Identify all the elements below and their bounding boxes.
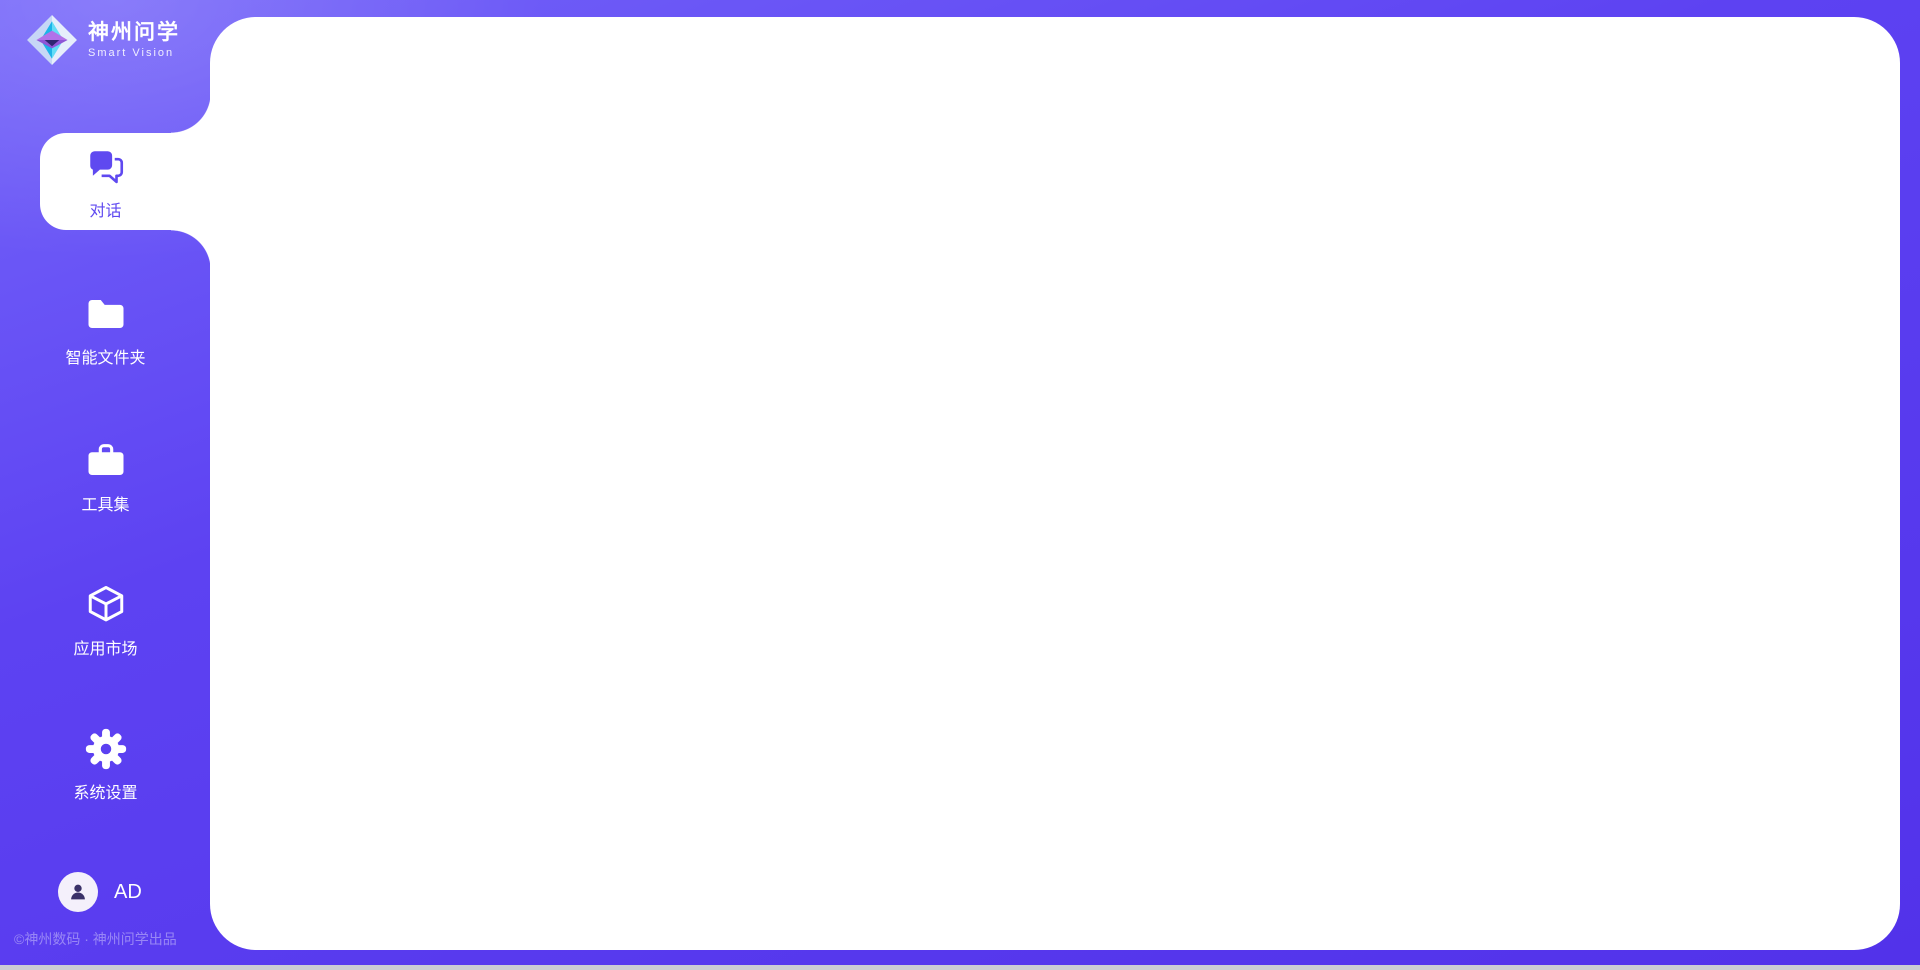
- sidebar-item-label: 系统设置: [0, 779, 211, 803]
- brand-subtitle: Smart Vision: [88, 47, 180, 59]
- sidebar-item-app-market[interactable]: 应用市场: [0, 584, 211, 659]
- brand-name: 神州问学: [88, 21, 180, 45]
- sidebar-item-toolset[interactable]: 工具集: [0, 440, 211, 515]
- user-initials: AD: [114, 881, 142, 904]
- sidebar-item-label: 对话: [0, 197, 211, 221]
- gear-icon: [85, 728, 127, 770]
- sidebar-item-smart-folder[interactable]: 智能文件夹: [0, 293, 211, 368]
- sidebar-item-label: 工具集: [0, 491, 211, 515]
- window-bottom-edge: [0, 965, 1920, 970]
- sidebar-item-label: 应用市场: [0, 635, 211, 659]
- brand-diamond-icon: [26, 14, 78, 66]
- sidebar-item-label: 智能文件夹: [0, 344, 211, 368]
- toolbox-icon: [85, 440, 127, 482]
- user-account[interactable]: AD: [58, 872, 142, 912]
- copyright-note: ©神州数码 · 神州问学出品: [14, 929, 177, 949]
- sidebar-item-chat[interactable]: 对话: [0, 146, 211, 221]
- person-icon: [67, 881, 89, 903]
- app-logo: 神州问学 Smart Vision: [26, 14, 180, 66]
- chat-bubbles-icon: [85, 146, 127, 188]
- tab-scoop-top: [171, 93, 211, 133]
- folder-icon: [85, 293, 127, 335]
- main-panel: [210, 17, 1900, 950]
- avatar: [58, 872, 98, 912]
- sidebar-item-settings[interactable]: 系统设置: [0, 728, 211, 803]
- cube-icon: [85, 584, 127, 626]
- tab-scoop-bottom: [171, 230, 211, 270]
